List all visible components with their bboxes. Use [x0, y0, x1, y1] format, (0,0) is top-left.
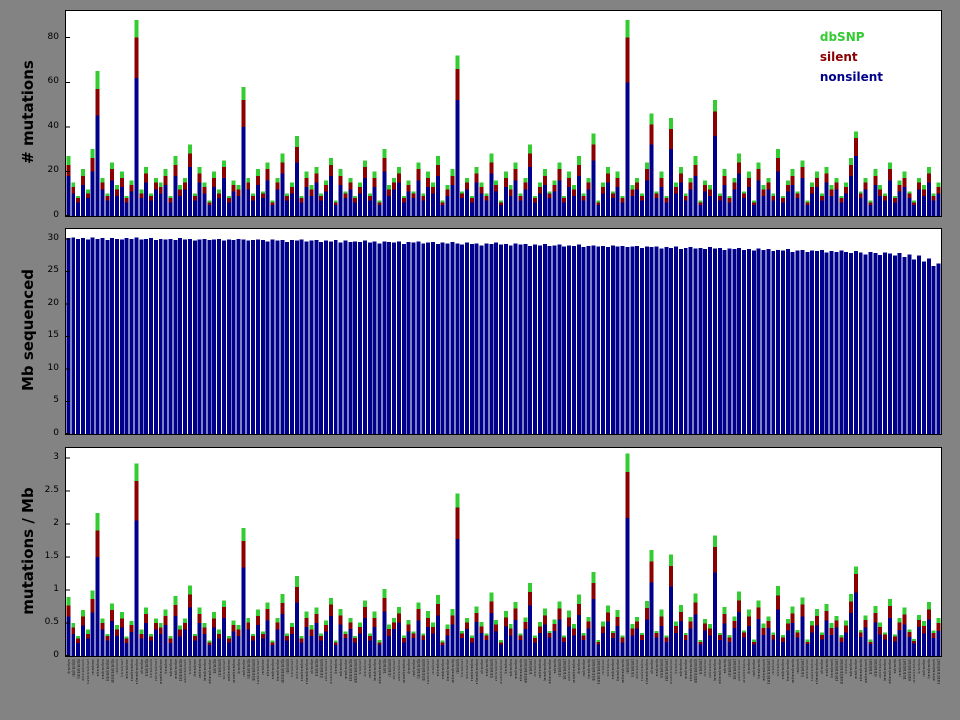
y-tick-label: 10: [33, 364, 59, 373]
y-tick-label: 0: [33, 429, 59, 438]
legend-item-nonsilent: nonsilent: [820, 67, 883, 87]
y-tick-label: 20: [33, 166, 59, 175]
y-tick-label: 0: [33, 211, 59, 220]
y-tick-label: 0: [33, 651, 59, 660]
mutations-count-panel: dbSNP silent nonsilent: [65, 10, 942, 217]
y-tick-label: 5: [33, 396, 59, 405]
legend-item-silent: silent: [820, 47, 883, 67]
y-tick-label: 30: [33, 234, 59, 243]
y-tick-label: 3: [33, 453, 59, 462]
y-tick-label: 1.5: [33, 552, 59, 561]
y-tick-label: 25: [33, 266, 59, 275]
y-tick-label: 2: [33, 519, 59, 528]
legend: dbSNP silent nonsilent: [820, 27, 883, 87]
x-tick-sample-label: |1lI1l|Il1l1I|l1Ill1: [935, 659, 940, 684]
y-tick-label: 0.5: [33, 618, 59, 627]
mb-sequenced-panel: [65, 228, 942, 435]
mutations-per-mb-bars: [66, 448, 941, 656]
y-tick-label: 40: [33, 122, 59, 131]
y-tick-label: 15: [33, 331, 59, 340]
y-tick-label: 1: [33, 585, 59, 594]
legend-label-dbsnp: dbSNP: [820, 30, 865, 44]
y-tick-label: 20: [33, 299, 59, 308]
legend-label-nonsilent: nonsilent: [820, 70, 883, 84]
legend-item-dbsnp: dbSNP: [820, 27, 883, 47]
y-tick-label: 60: [33, 77, 59, 86]
mb-sequenced-bars: [66, 229, 941, 434]
y-tick-label: 2.5: [33, 486, 59, 495]
mutations-count-bars: [66, 11, 941, 216]
legend-label-silent: silent: [820, 50, 858, 64]
y-axis-label-num-mutations: # mutations: [19, 60, 37, 164]
mutation-rate-figure: dbSNP silent nonsilent # mutations Mb se…: [0, 0, 960, 720]
mutations-per-mb-panel: [65, 447, 942, 657]
sample-id-label-strip: l1Il|1lI1l|I1Il|1lI1l|Il1lIl|1lI1l|Il1l1…: [65, 659, 940, 715]
y-tick-label: 80: [33, 33, 59, 42]
